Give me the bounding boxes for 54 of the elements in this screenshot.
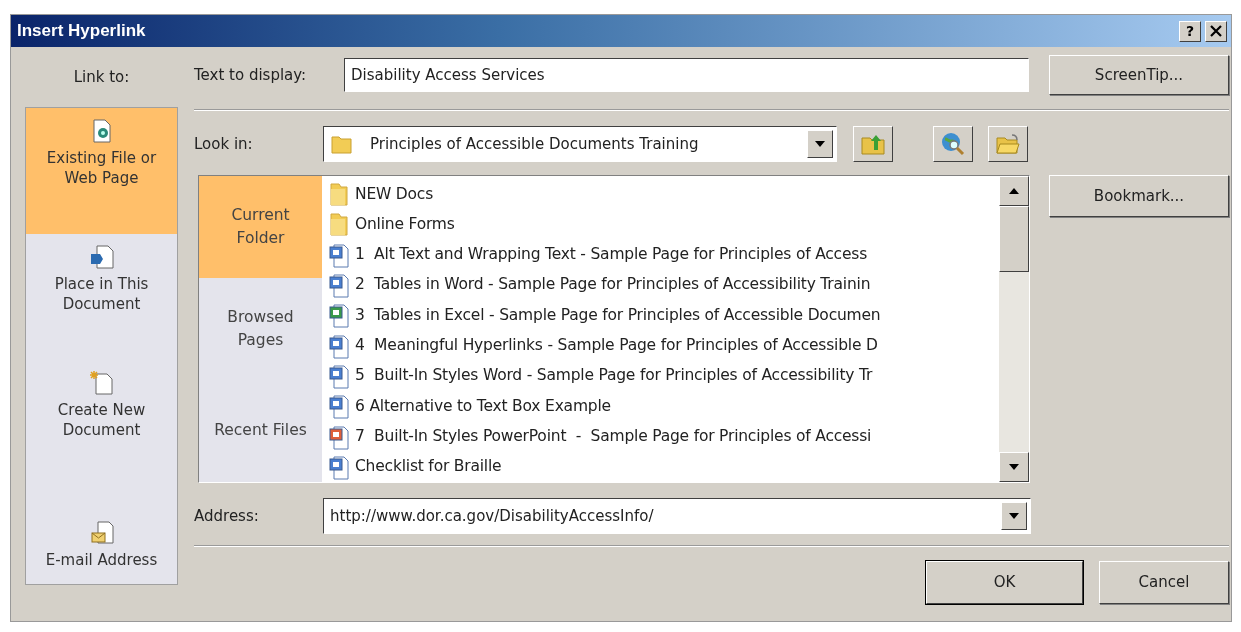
file-name[interactable]: Checklist for Braille bbox=[355, 455, 502, 479]
word-document-icon bbox=[328, 362, 350, 389]
browse-tab[interactable]: Browsed Pages bbox=[199, 278, 322, 380]
scroll-thumb[interactable] bbox=[999, 206, 1029, 272]
word-document-icon bbox=[328, 272, 350, 299]
scroll-up-icon[interactable] bbox=[999, 176, 1029, 206]
window-title: Insert Hyperlink bbox=[17, 20, 146, 43]
link-to-option[interactable]: E-mail Address bbox=[26, 509, 177, 584]
presentation-icon bbox=[328, 423, 350, 450]
open-folder-icon bbox=[995, 132, 1021, 156]
file-name[interactable]: 5 Built-In Styles Word - Sample Page for Principles of Accessibility Tr bbox=[355, 364, 873, 388]
file-name[interactable]: NEW Docs bbox=[355, 182, 434, 206]
document-envelope-icon bbox=[89, 519, 114, 546]
screentip-button[interactable]: ScreenTip... bbox=[1049, 55, 1229, 95]
browse-web-button[interactable] bbox=[933, 126, 973, 162]
new-document-icon bbox=[89, 370, 114, 396]
link-to-option[interactable]: Existing File or Web Page bbox=[26, 108, 177, 234]
help-button[interactable]: ? bbox=[1179, 20, 1201, 42]
file-name[interactable]: 6 Alternative to Text Box Example bbox=[355, 394, 611, 418]
spreadsheet-icon bbox=[328, 302, 350, 329]
look-in-label: Look in: bbox=[194, 133, 254, 155]
document-globe-icon bbox=[90, 118, 113, 144]
look-in-dropdown[interactable]: Principles of Accessible Documents Training bbox=[323, 126, 837, 162]
up-folder-button[interactable] bbox=[853, 126, 893, 162]
scrollbar[interactable] bbox=[999, 176, 1029, 482]
browse-file-button[interactable] bbox=[988, 126, 1028, 162]
bookmark-button[interactable]: Bookmark... bbox=[1049, 175, 1229, 217]
file-name[interactable]: 4 Meaningful Hyperlinks - Sample Page for Principles of Accessible D bbox=[355, 334, 878, 358]
link-to-label: Link to: bbox=[73, 66, 130, 88]
word-document-icon bbox=[328, 241, 350, 268]
file-name[interactable]: 3 Tables in Excel - Sample Page for Principles of Accessible Documen bbox=[355, 303, 881, 327]
address-field[interactable]: http://www.dor.ca.gov/DisabilityAccessInfo/ bbox=[323, 498, 1031, 534]
document-arrow-icon bbox=[88, 244, 115, 270]
file-name[interactable]: 7 Built-In Styles PowerPoint - Sample Page for Principles of Accessi bbox=[355, 424, 872, 449]
folder-icon bbox=[328, 181, 350, 208]
globe-magnifier-icon bbox=[940, 131, 966, 157]
address-label: Address: bbox=[194, 505, 260, 527]
close-button[interactable] bbox=[1205, 20, 1227, 42]
file-name[interactable]: Online Forms bbox=[355, 212, 455, 237]
close-icon bbox=[1210, 25, 1222, 37]
link-to-option[interactable]: Place in This Document bbox=[26, 234, 177, 360]
cancel-button[interactable]: Cancel bbox=[1099, 561, 1229, 604]
file-name[interactable]: 2 Tables in Word - Sample Page for Principles of Accessibility Trainin bbox=[355, 273, 871, 297]
text-to-display-field[interactable]: Disability Access Services bbox=[344, 58, 1029, 92]
browse-tab[interactable]: Current Folder bbox=[199, 176, 322, 278]
word-document-icon bbox=[328, 332, 350, 359]
browse-tab[interactable]: Recent Files bbox=[199, 380, 322, 482]
file-name[interactable]: 1 Alt Text and Wrapping Text - Sample Page for Principles of Access bbox=[355, 243, 867, 267]
ok-button[interactable]: OK bbox=[926, 561, 1083, 604]
text-to-display-label: Text to display: bbox=[194, 64, 308, 86]
scroll-down-icon[interactable] bbox=[999, 452, 1029, 482]
link-to-option[interactable]: Create New Document bbox=[26, 360, 177, 486]
word-document-icon bbox=[328, 393, 350, 420]
folder-icon bbox=[328, 211, 350, 238]
